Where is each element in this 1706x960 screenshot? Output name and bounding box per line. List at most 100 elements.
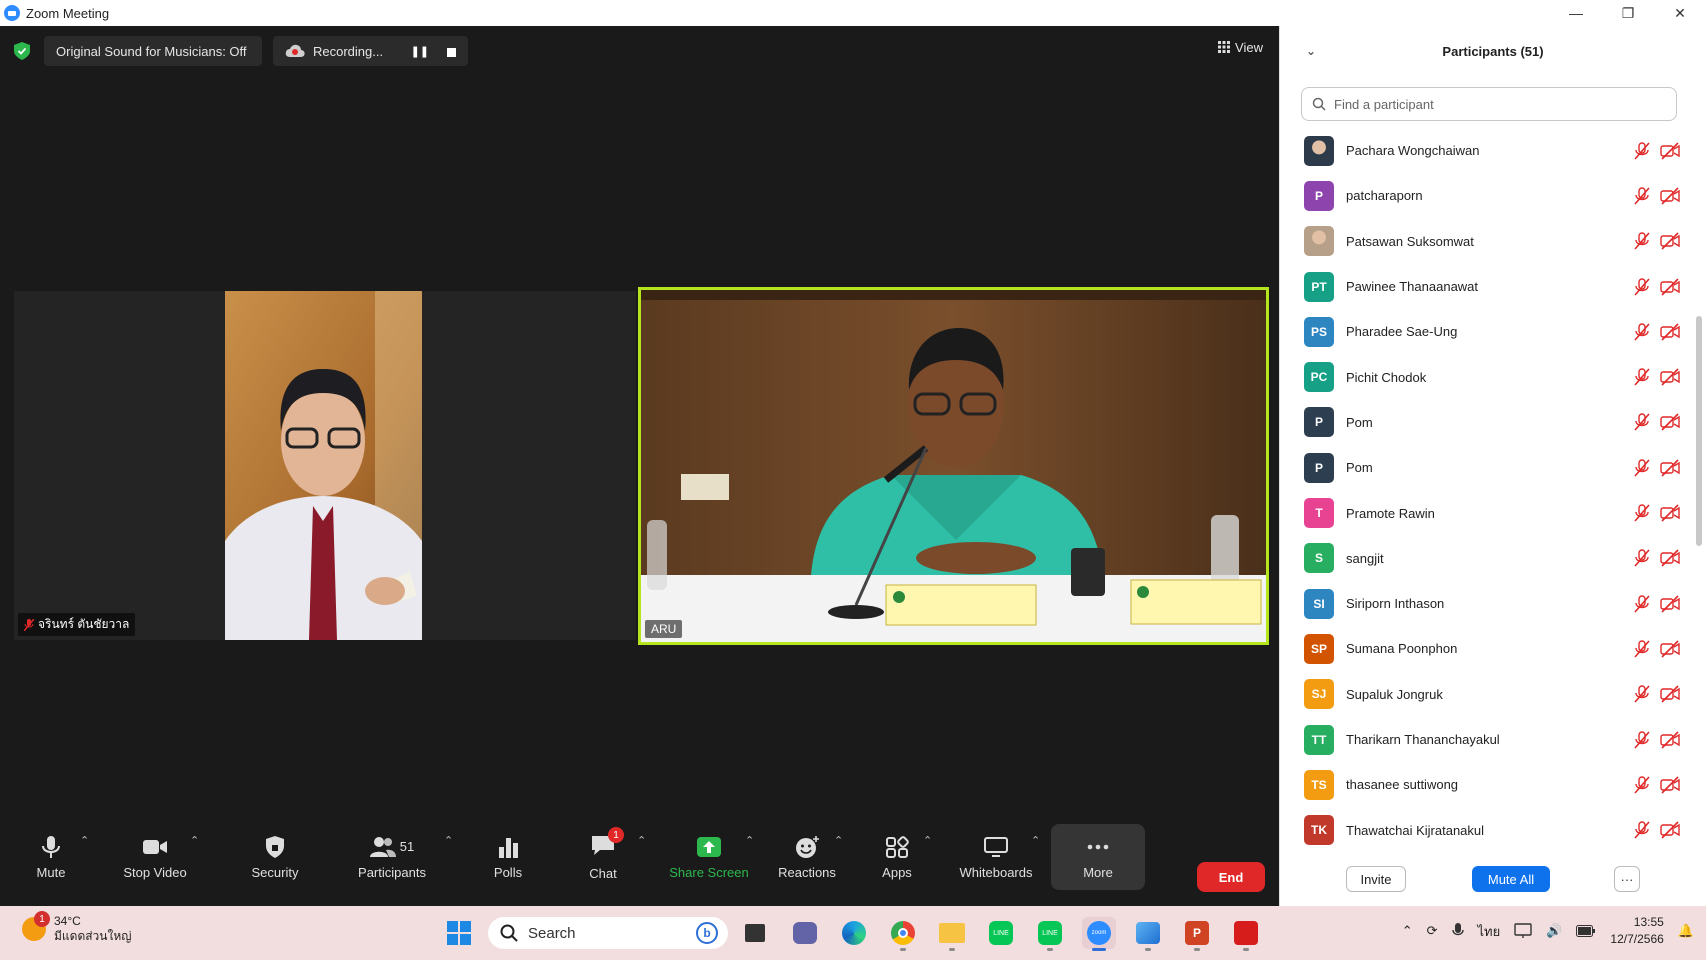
panel-footer: Invite Mute All ··· bbox=[1280, 862, 1706, 906]
restore-button[interactable]: ❐ bbox=[1602, 0, 1654, 26]
participant-search-input[interactable]: Find a participant bbox=[1301, 87, 1677, 121]
battery-icon[interactable] bbox=[1576, 925, 1596, 937]
teams-chat-icon[interactable] bbox=[788, 917, 822, 949]
tray-microphone-icon[interactable] bbox=[1451, 923, 1464, 939]
participant-row[interactable]: TS thasanee suttiwong bbox=[1280, 762, 1690, 807]
participant-name: Thawatchai Kijratanakul bbox=[1346, 822, 1485, 838]
panel-more-button[interactable]: ··· bbox=[1614, 866, 1640, 892]
participant-list: Pachara Wongchaiwan Ppatcharaporn Patsawan… bbox=[1280, 128, 1690, 848]
left-tile-participant-name: จรินทร์ ตันชัยวาล bbox=[38, 617, 130, 631]
clock-date: 12/7/2566 bbox=[1610, 932, 1664, 946]
muted-microphone-icon bbox=[1634, 368, 1650, 386]
chevron-up-icon[interactable]: ⌃ bbox=[1402, 923, 1413, 939]
participant-row[interactable]: PS Pharadee Sae-Ung bbox=[1280, 309, 1690, 354]
windows-start-button[interactable] bbox=[442, 917, 476, 949]
reactions-caret-icon[interactable]: ⌃ bbox=[834, 834, 843, 847]
active-speaker-name: ARU bbox=[651, 622, 677, 636]
zoom-app-icon[interactable]: zoom bbox=[1082, 917, 1116, 951]
weather-temperature: 34°C bbox=[54, 914, 81, 928]
encryption-shield-icon[interactable] bbox=[14, 42, 30, 60]
video-tile-left[interactable]: จรินทร์ ตันชัยวาล bbox=[14, 291, 636, 640]
video-off-icon bbox=[1660, 821, 1680, 839]
acrobat-reader-icon[interactable] bbox=[1229, 917, 1263, 951]
taskbar-search-box[interactable]: Search b bbox=[488, 917, 728, 949]
volume-icon[interactable]: 🔊 bbox=[1546, 923, 1562, 939]
participant-row[interactable]: PT Pawinee Thanaanawat bbox=[1280, 264, 1690, 309]
participant-row[interactable]: P Pom bbox=[1280, 400, 1690, 445]
pause-recording-icon[interactable]: ❚❚ bbox=[411, 45, 429, 58]
view-button[interactable]: View bbox=[1210, 34, 1271, 60]
video-options-caret-icon[interactable]: ⌃ bbox=[190, 834, 199, 847]
task-view-icon[interactable] bbox=[738, 917, 772, 949]
muted-microphone-icon bbox=[1634, 821, 1650, 839]
clock[interactable]: 13:55 12/7/2566 bbox=[1610, 914, 1663, 948]
muted-microphone-icon bbox=[1634, 277, 1650, 296]
security-button[interactable]: Security bbox=[230, 824, 320, 890]
more-button[interactable]: More bbox=[1051, 824, 1145, 890]
participant-row[interactable]: Ssangjit bbox=[1280, 536, 1690, 581]
polls-button[interactable]: Polls bbox=[463, 824, 553, 890]
powerpoint-icon[interactable]: P bbox=[1180, 917, 1214, 951]
participant-row[interactable]: T Pramote Rawin bbox=[1280, 490, 1690, 535]
line-app-icon[interactable]: LINE bbox=[984, 917, 1018, 949]
participant-row[interactable]: TK Thawatchai Kijratanakul bbox=[1280, 807, 1690, 848]
minimize-button[interactable]: — bbox=[1550, 0, 1602, 26]
participant-row[interactable]: Pachara Wongchaiwan bbox=[1280, 128, 1690, 173]
apps-caret-icon[interactable]: ⌃ bbox=[923, 834, 932, 847]
participant-row[interactable]: TT Tharikarn Thananchayakul bbox=[1280, 717, 1690, 762]
participant-row[interactable]: PC Pichit Chodok bbox=[1280, 354, 1690, 399]
participant-row[interactable]: P Pom bbox=[1280, 445, 1690, 490]
notification-bell-icon[interactable]: 🔔 bbox=[1678, 923, 1694, 939]
original-sound-toggle[interactable]: Original Sound for Musicians: Off bbox=[44, 36, 262, 66]
chat-label: Chat bbox=[589, 866, 617, 881]
photos-app-icon[interactable] bbox=[1131, 917, 1165, 951]
participant-name: Siriporn Inthason bbox=[1346, 596, 1445, 612]
participants-caret-icon[interactable]: ⌃ bbox=[444, 834, 453, 847]
chrome-browser-icon[interactable] bbox=[886, 917, 920, 951]
whiteboards-caret-icon[interactable]: ⌃ bbox=[1031, 834, 1040, 847]
zoom-logo-icon bbox=[4, 5, 20, 21]
participant-name: Pawinee Thanaanawat bbox=[1346, 279, 1479, 295]
participant-row[interactable]: SI Siriporn Inthason bbox=[1280, 581, 1690, 626]
file-explorer-icon[interactable] bbox=[935, 917, 969, 951]
stop-recording-icon[interactable] bbox=[447, 47, 456, 57]
meeting-area: Original Sound for Musicians: Off Record… bbox=[0, 26, 1279, 906]
end-meeting-button[interactable]: End bbox=[1197, 862, 1265, 892]
muted-microphone-icon bbox=[1634, 413, 1650, 431]
weather-widget[interactable]: 1 34°C มีแดดส่วนใหญ่ bbox=[22, 911, 132, 944]
input-language[interactable]: ไทย bbox=[1478, 921, 1501, 942]
video-tile-active-speaker[interactable]: ARU bbox=[638, 287, 1269, 645]
network-icon[interactable] bbox=[1514, 923, 1532, 939]
participants-button[interactable]: 51 Participants bbox=[347, 824, 437, 890]
muted-microphone-icon bbox=[1634, 685, 1650, 703]
share-caret-icon[interactable]: ⌃ bbox=[745, 834, 754, 847]
participant-list-scrollbar[interactable] bbox=[1696, 316, 1702, 546]
share-screen-button[interactable]: Share Screen bbox=[663, 824, 755, 890]
participant-avatar bbox=[1304, 226, 1334, 257]
sync-icon[interactable]: ⟳ bbox=[1427, 923, 1438, 939]
video-off-icon bbox=[1660, 413, 1680, 431]
title-bar: Zoom Meeting — ❐ ✕ bbox=[0, 0, 1706, 26]
participant-row[interactable]: Ppatcharaporn bbox=[1280, 173, 1690, 218]
participants-panel: ⌄ Participants (51) Find a participant P… bbox=[1279, 26, 1706, 906]
participant-row[interactable]: SJ Supaluk Jongruk bbox=[1280, 672, 1690, 717]
mute-label: Mute bbox=[36, 864, 66, 880]
edge-browser-icon[interactable] bbox=[837, 917, 871, 949]
stop-video-button[interactable]: Stop Video bbox=[110, 824, 200, 890]
windows-logo-icon bbox=[447, 921, 471, 945]
participant-row[interactable]: SP Sumana Poonphon bbox=[1280, 626, 1690, 671]
audio-options-caret-icon[interactable]: ⌃ bbox=[80, 834, 89, 847]
close-button[interactable]: ✕ bbox=[1654, 0, 1706, 26]
chat-button[interactable]: 1 Chat bbox=[558, 824, 648, 890]
participant-row[interactable]: Patsawan Suksomwat bbox=[1280, 219, 1690, 264]
chevron-down-icon[interactable]: ⌄ bbox=[1306, 44, 1316, 58]
line-app-second-icon[interactable]: LINE bbox=[1033, 917, 1067, 951]
participant-name: Pachara Wongchaiwan bbox=[1346, 143, 1480, 159]
invite-button[interactable]: Invite bbox=[1346, 866, 1406, 892]
chat-caret-icon[interactable]: ⌃ bbox=[637, 834, 646, 847]
whiteboards-button[interactable]: Whiteboards bbox=[950, 824, 1042, 890]
search-icon bbox=[1312, 97, 1326, 111]
video-off-icon bbox=[1660, 232, 1680, 250]
mute-all-button[interactable]: Mute All bbox=[1472, 866, 1550, 892]
muted-microphone-icon bbox=[1634, 504, 1650, 522]
